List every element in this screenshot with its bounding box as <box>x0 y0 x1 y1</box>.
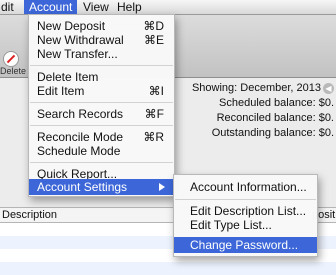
menu-item-account-settings[interactable]: Account Settings <box>29 179 174 195</box>
menu-separator <box>30 125 173 126</box>
menu-bar: dit Account View Help <box>0 0 336 15</box>
account-menu: New Deposit ⌘D New Withdrawal ⌘E New Tra… <box>28 14 175 197</box>
menu-separator <box>175 199 316 200</box>
menu-item-label: Edit Type List... <box>190 218 272 232</box>
previous-arrow-icon[interactable]: ◀ <box>323 82 334 94</box>
menu-edit[interactable]: dit <box>0 0 19 14</box>
menu-item-label: Schedule Mode <box>37 144 121 158</box>
table-row[interactable] <box>0 262 336 275</box>
column-description[interactable]: Description <box>2 208 57 222</box>
menu-separator <box>30 162 173 163</box>
menu-item-label: Change Password... <box>190 238 299 252</box>
submenu-item-edit-type-list[interactable]: Edit Type List... <box>174 217 317 233</box>
menu-view[interactable]: View <box>78 0 114 14</box>
account-settings-submenu: Account Information... Edit Description … <box>173 174 318 257</box>
menu-item-label: Account Information... <box>190 180 307 194</box>
submenu-item-account-information[interactable]: Account Information... <box>174 179 317 195</box>
menu-item-label: New Transfer... <box>37 47 118 61</box>
menu-help[interactable]: Help <box>112 0 147 14</box>
menu-item-new-transfer[interactable]: New Transfer... <box>29 46 174 62</box>
shortcut-label: ⌘F <box>144 107 164 121</box>
shortcut-label: ⌘I <box>148 84 164 98</box>
menu-account[interactable]: Account <box>24 0 78 14</box>
menu-item-label: Account Settings <box>37 180 128 194</box>
submenu-item-change-password[interactable]: Change Password... <box>174 237 317 253</box>
delete-icon[interactable] <box>3 51 19 67</box>
menu-item-label: Search Records <box>37 107 124 121</box>
menu-item-search-records[interactable]: Search Records ⌘F <box>29 106 174 122</box>
menu-item-schedule-mode[interactable]: Schedule Mode <box>29 143 174 159</box>
menu-item-edit-item[interactable]: Edit Item ⌘I <box>29 83 174 99</box>
menu-item-label: Edit Item <box>37 84 85 98</box>
showing-text: Showing: December, 2013 <box>191 82 321 94</box>
menu-separator <box>30 102 173 103</box>
menu-separator <box>30 65 173 66</box>
submenu-arrow-icon <box>159 183 165 191</box>
